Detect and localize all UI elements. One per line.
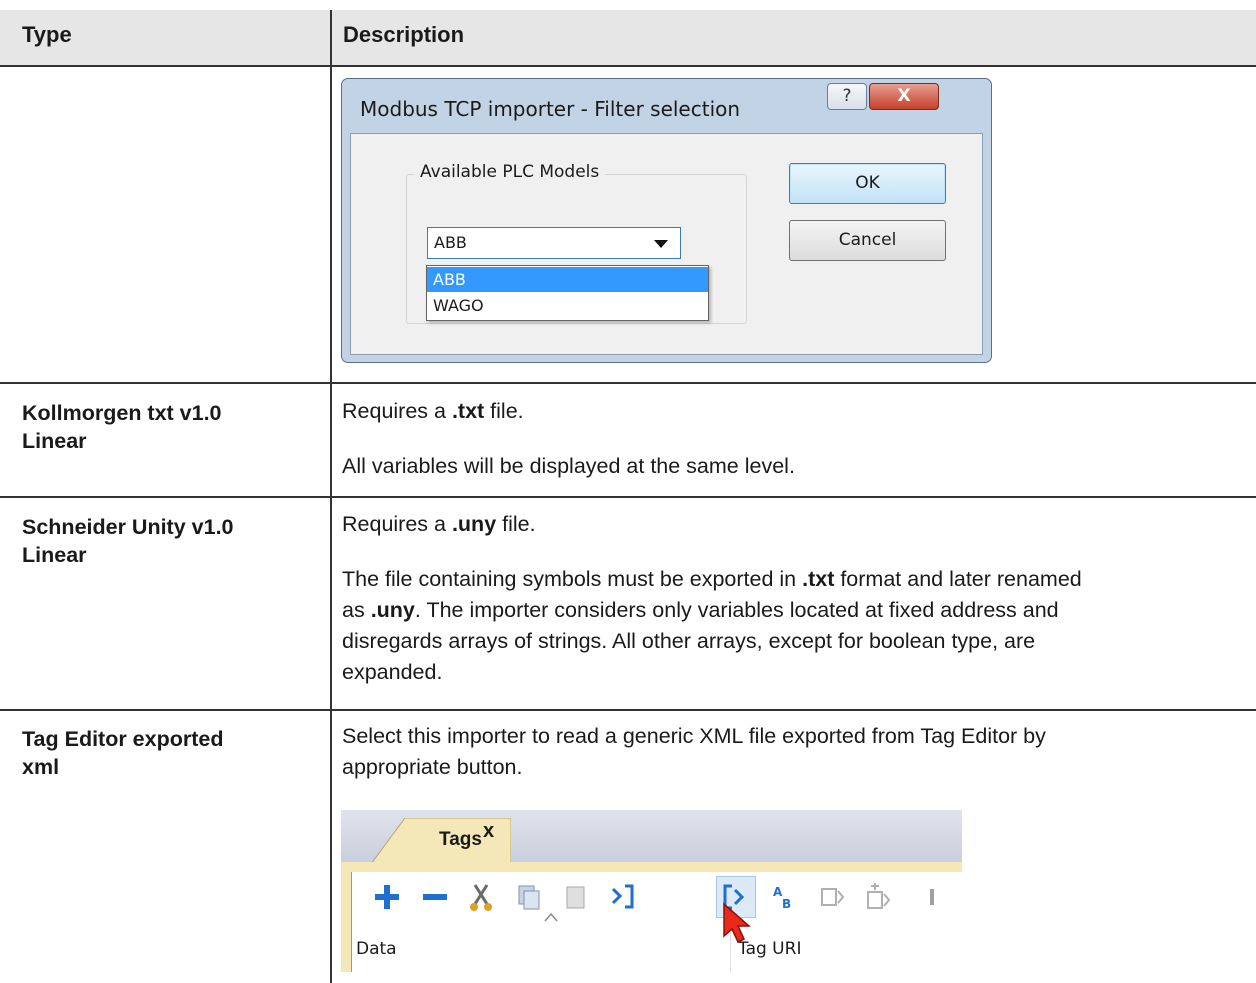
type-line: xml xyxy=(22,755,60,779)
mouse-cursor-icon xyxy=(723,902,751,944)
help-icon[interactable]: ? xyxy=(827,83,867,110)
file-extension: .txt xyxy=(802,567,835,591)
text-run: format and later renamed xyxy=(834,567,1082,591)
tags-editor-screenshot: Tags x AB Data Tag URI xyxy=(341,810,962,972)
tags-grid: AB Data Tag URI xyxy=(351,872,962,972)
text-line: Select this importer to read a generic X… xyxy=(342,724,1046,748)
sort-caret-icon xyxy=(544,912,558,922)
more-icon[interactable] xyxy=(918,880,948,914)
file-extension: .uny xyxy=(451,512,497,536)
type-cell: Schneider Unity v1.0 Linear xyxy=(22,513,312,569)
ok-button[interactable]: OK xyxy=(789,163,946,204)
text-run: file. xyxy=(484,399,524,423)
dialog-title: Modbus TCP importer - Filter selection xyxy=(360,97,741,121)
remove-icon[interactable] xyxy=(420,880,450,914)
file-extension: .uny xyxy=(370,598,415,622)
type-line: Tag Editor exported xyxy=(22,727,224,751)
text-run: file. xyxy=(496,512,536,536)
description-paragraph: Requires a .uny file. xyxy=(342,509,1254,540)
description-paragraph: The file containing symbols must be expo… xyxy=(342,564,1254,688)
cancel-button[interactable]: Cancel xyxy=(789,220,946,261)
close-icon[interactable]: x xyxy=(483,820,494,843)
tab-tags-label: Tags xyxy=(439,829,482,850)
description-paragraph: All variables will be displayed at the s… xyxy=(342,454,795,478)
cut-icon[interactable] xyxy=(466,880,496,914)
text-line: The file containing symbols must be expo… xyxy=(342,564,1254,595)
close-icon[interactable]: X xyxy=(869,83,939,110)
find-replace-icon[interactable]: AB xyxy=(770,880,800,914)
text-run: The file containing symbols must be expo… xyxy=(342,567,803,591)
plc-model-select[interactable]: ABB xyxy=(427,227,681,259)
group-label: Available PLC Models xyxy=(414,162,606,182)
plc-model-options: ABB WAGO xyxy=(426,265,709,321)
header-description: Description xyxy=(343,22,465,47)
text-run: Requires a xyxy=(342,512,452,536)
text-run: . The importer considers only variables … xyxy=(414,598,1059,622)
dialog-client-area: Available PLC Models ABB ABB WAGO OK Can… xyxy=(350,133,983,355)
combo-value: ABB xyxy=(434,233,467,252)
type-cell: Tag Editor exported xml xyxy=(22,725,312,781)
row-rule xyxy=(0,709,1256,711)
tags-panel-body: AB Data Tag URI xyxy=(341,862,962,972)
tag-icon[interactable] xyxy=(818,880,848,914)
column-header-data[interactable]: Data xyxy=(356,939,397,959)
tag-add-icon[interactable] xyxy=(864,880,894,914)
export-icon[interactable] xyxy=(608,880,638,914)
svg-text:B: B xyxy=(782,897,791,911)
description-paragraph: Select this importer to read a generic X… xyxy=(342,721,1254,783)
option-abb[interactable]: ABB xyxy=(427,267,708,292)
row-rule xyxy=(0,496,1256,498)
importer-table: Type Description Modbus TCP importer - F… xyxy=(0,0,1256,983)
type-line: Linear xyxy=(22,543,87,567)
type-line: Kollmorgen txt v1.0 xyxy=(22,401,222,425)
copy-icon[interactable] xyxy=(514,880,544,914)
row-rule xyxy=(0,382,1256,384)
filter-selection-dialog: Modbus TCP importer - Filter selection ?… xyxy=(341,78,992,363)
header-type: Type xyxy=(22,22,72,47)
text-run: Requires a xyxy=(342,399,452,423)
table-header: Type Description xyxy=(0,10,1256,65)
text-line: as .uny. The importer considers only var… xyxy=(342,595,1254,626)
description-paragraph: Requires a .txt file. xyxy=(342,396,1254,427)
text-line: appropriate button. xyxy=(342,755,523,779)
row-rule xyxy=(0,65,1256,67)
paste-icon[interactable] xyxy=(560,880,590,914)
option-wago[interactable]: WAGO xyxy=(427,293,708,318)
text-run: as xyxy=(342,598,371,622)
dropdown-arrow-icon[interactable] xyxy=(654,240,668,248)
type-cell: Kollmorgen txt v1.0 Linear xyxy=(22,399,312,455)
type-line: Linear xyxy=(22,429,87,453)
file-extension: .txt xyxy=(451,399,485,423)
type-line: Schneider Unity v1.0 xyxy=(22,515,234,539)
add-icon[interactable] xyxy=(372,880,402,914)
text-line: expanded. xyxy=(342,660,443,684)
text-line: disregards arrays of strings. All other … xyxy=(342,629,1036,653)
